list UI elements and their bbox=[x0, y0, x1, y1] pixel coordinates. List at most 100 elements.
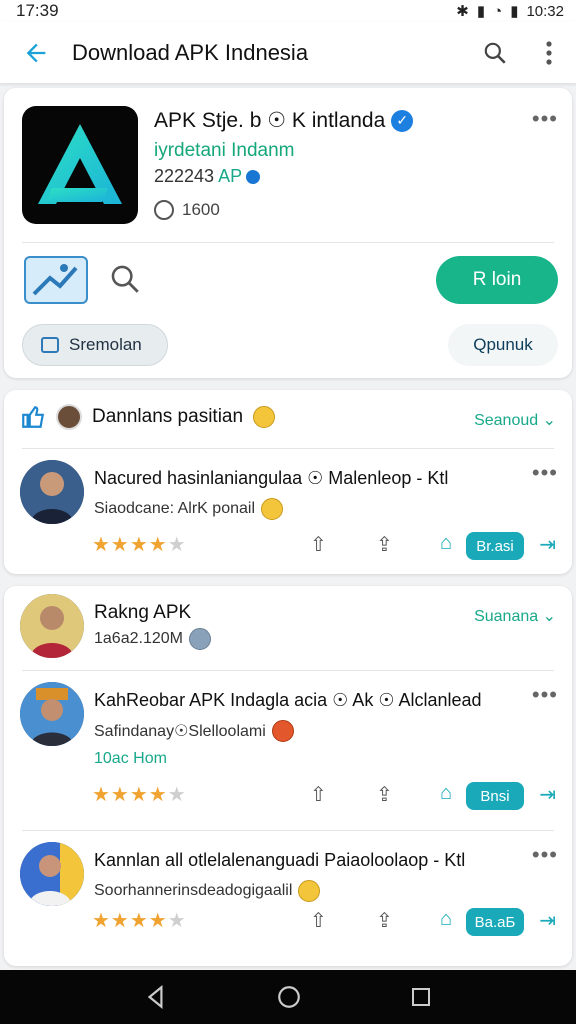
post-subtitle-text: Safindanay☉Slelloolami bbox=[94, 723, 266, 740]
app-size: 1600 bbox=[154, 200, 220, 220]
post-tag-button[interactable]: Bа.аБ bbox=[466, 908, 524, 936]
post-tag-button[interactable]: Bnsi bbox=[466, 782, 524, 810]
section-subtitle-text: 1а6а2.120M bbox=[94, 630, 183, 647]
list-item[interactable]: Kannlan all otlelalenanguadi Paiaoloolao… bbox=[4, 842, 572, 952]
upload-icon[interactable]: ⇪ bbox=[376, 782, 393, 807]
post-title: KahReobar APK Indagla acia ☉ Ak ☉ Alclan… bbox=[94, 690, 482, 710]
post-more-button[interactable]: ••• bbox=[532, 460, 558, 486]
post-tag-button[interactable]: Br.аsi bbox=[466, 532, 524, 560]
app-logo-icon bbox=[38, 124, 122, 204]
divider bbox=[22, 830, 554, 831]
nav-recents-icon[interactable] bbox=[409, 985, 433, 1009]
upload-icon[interactable]: ⇪ bbox=[376, 532, 393, 557]
overflow-menu-button[interactable] bbox=[522, 40, 576, 66]
divider bbox=[22, 448, 554, 449]
app-card: APK Stje. b ☉ K intlanda ✓ iyrdetani Ind… bbox=[4, 88, 572, 378]
verified-icon: ✓ bbox=[391, 109, 414, 132]
post-subtitle: Safindanay☉Slelloolami bbox=[94, 720, 294, 742]
chip-right[interactable]: Qpunuk bbox=[448, 324, 558, 366]
info-dot-icon bbox=[246, 169, 261, 184]
chip-left[interactable]: Sremolan bbox=[22, 324, 168, 366]
emoji-icon bbox=[298, 880, 321, 902]
thumbs-up-icon bbox=[22, 406, 45, 428]
app-more-button[interactable]: ••• bbox=[532, 106, 558, 132]
home-icon[interactable]: ⌂ bbox=[440, 532, 452, 555]
chip-left-label: Sremolan bbox=[69, 335, 142, 354]
section-title: Dannlans pasitian bbox=[92, 406, 244, 427]
status-icons: ✱ ▮ ◔ ▮ 10:32 bbox=[456, 2, 564, 21]
emoji-icon bbox=[188, 628, 211, 650]
person-avatar-icon bbox=[20, 594, 84, 658]
list-item[interactable]: KahReobar APK Indagla acia ☉ Ak ☉ Alclan… bbox=[4, 682, 572, 810]
page-title: Download APK Indnesia bbox=[72, 39, 309, 65]
avatar[interactable] bbox=[20, 842, 84, 906]
post-subtitle-text: Siaodcane: AlrK ponail bbox=[94, 500, 255, 517]
system-nav-bar bbox=[0, 970, 576, 1024]
divider bbox=[22, 242, 554, 243]
search-icon bbox=[111, 265, 139, 293]
share-icon[interactable]: ⇧ bbox=[310, 908, 327, 933]
section-avatar[interactable] bbox=[20, 594, 84, 658]
emoji-icon bbox=[261, 498, 283, 520]
post-subtitle: Soorhannerinsdeadogigaalil bbox=[94, 880, 321, 902]
home-icon[interactable]: ⌂ bbox=[440, 782, 452, 805]
list-item[interactable]: Nacured hasinlaniangulaa ☉ Malenleop - K… bbox=[4, 460, 572, 570]
see-more-link[interactable]: Suanana ⌄ bbox=[474, 606, 556, 626]
screenshot-thumbnail[interactable] bbox=[24, 256, 88, 304]
more-vertical-icon bbox=[546, 40, 552, 65]
post-title: Nacured hasinlaniangulaa ☉ Malenleop - K… bbox=[94, 468, 449, 488]
search-icon bbox=[484, 42, 506, 64]
signal-icon: ▮ bbox=[476, 3, 486, 20]
divider bbox=[22, 670, 554, 671]
post-more-button[interactable]: ••• bbox=[532, 842, 558, 868]
forward-arrow-icon[interactable]: ⇥ bbox=[539, 532, 556, 557]
post-more-button[interactable]: ••• bbox=[532, 682, 558, 708]
app-size-text: 1600 bbox=[182, 200, 220, 219]
section-card-1: Dannlans pasitian Seanoud ⌄ Nacured hasi… bbox=[4, 390, 572, 574]
share-icon[interactable]: ⇧ bbox=[310, 782, 327, 807]
avatar-small bbox=[56, 404, 82, 430]
section-title: Rakng APK bbox=[94, 602, 192, 623]
person-avatar-icon bbox=[20, 842, 84, 906]
section-subtitle: 1а6а2.120M bbox=[94, 628, 211, 650]
downloads-tag: AP bbox=[218, 166, 243, 186]
back-button[interactable] bbox=[0, 39, 72, 67]
post-subtitle-text: Soorhannerinsdeadogigaalil bbox=[94, 882, 293, 899]
see-more-label: Suanana bbox=[474, 608, 539, 625]
avatar[interactable] bbox=[20, 682, 84, 746]
nav-back-icon[interactable] bbox=[143, 984, 169, 1010]
downloads-meta: 222243 AP bbox=[154, 166, 261, 187]
bluetooth-icon: ✱ bbox=[456, 3, 469, 20]
person-avatar-icon bbox=[20, 460, 84, 524]
install-button[interactable]: R loin bbox=[436, 256, 558, 304]
app-logo[interactable] bbox=[22, 106, 138, 224]
search-button-secondary[interactable] bbox=[108, 262, 142, 301]
post-link[interactable]: 10ac Hom bbox=[94, 750, 167, 768]
person-avatar-icon bbox=[20, 682, 84, 746]
share-icon[interactable]: ⇧ bbox=[310, 532, 327, 557]
upload-icon[interactable]: ⇪ bbox=[376, 908, 393, 933]
app-name: APK Stje. b ☉ K intlanda ✓ bbox=[154, 108, 414, 133]
star-rating: ★★★★★ bbox=[92, 910, 187, 932]
forward-arrow-icon[interactable]: ⇥ bbox=[539, 782, 556, 807]
downloads-count: 222243 bbox=[154, 166, 215, 186]
status-clock-right: 10:32 bbox=[526, 2, 564, 20]
battery-icon: ▮ bbox=[510, 3, 519, 20]
developer-name[interactable]: iyrdetani Indanm bbox=[154, 140, 294, 162]
forward-arrow-icon[interactable]: ⇥ bbox=[539, 908, 556, 933]
running-figure-icon bbox=[32, 264, 78, 296]
emoji-icon bbox=[271, 720, 294, 742]
star-rating: ★★★★★ bbox=[92, 534, 187, 556]
section-header: Dannlans pasitian bbox=[20, 404, 276, 430]
home-icon[interactable]: ⌂ bbox=[440, 908, 452, 931]
app-name-text: APK Stje. b ☉ K intlanda bbox=[154, 109, 386, 132]
nav-home-icon[interactable] bbox=[276, 984, 302, 1010]
see-more-link[interactable]: Seanoud ⌄ bbox=[474, 410, 556, 430]
emoji-icon bbox=[253, 406, 276, 428]
post-subtitle: Siaodcane: AlrK ponail bbox=[94, 498, 283, 520]
clock-icon bbox=[154, 200, 174, 220]
search-button[interactable] bbox=[468, 40, 522, 66]
back-arrow-icon bbox=[26, 43, 46, 62]
avatar[interactable] bbox=[20, 460, 84, 524]
status-bar: 17:39 ✱ ▮ ◔ ▮ 10:32 bbox=[0, 0, 576, 22]
